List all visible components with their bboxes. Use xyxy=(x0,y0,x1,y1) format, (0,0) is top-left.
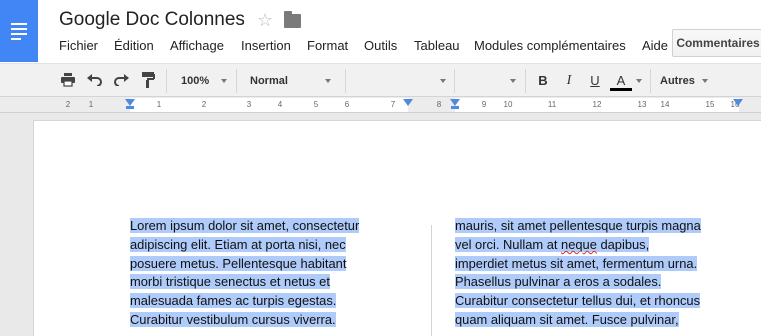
right-indent-marker[interactable] xyxy=(403,99,413,106)
document-title[interactable]: Google Doc Colonnes xyxy=(59,9,245,31)
ruler-tick: 7 xyxy=(390,100,396,109)
left-indent-marker[interactable] xyxy=(125,99,135,106)
menu-insertion[interactable]: Insertion xyxy=(241,38,291,53)
ruler-tick: 2 xyxy=(65,100,71,109)
italic-button[interactable]: I xyxy=(561,72,577,90)
zoom-select[interactable]: 100% xyxy=(181,72,209,90)
misspelled-word[interactable]: neque xyxy=(561,237,597,252)
ruler-tick: 10 xyxy=(503,100,513,109)
ruler-tick: 15 xyxy=(705,100,715,109)
toolbar-separator xyxy=(345,69,346,93)
underline-button[interactable]: U xyxy=(587,72,603,90)
ruler-tick: 5 xyxy=(313,100,319,109)
column-line: Curabitur consectetur tellus dui, et rho… xyxy=(455,293,701,309)
column-line: morbi tristique senectus et netus et xyxy=(130,274,330,290)
column-line: mauris, sit amet pellentesque turpis mag… xyxy=(455,218,701,233)
ruler-tick: 8 xyxy=(436,100,442,109)
ruler-tick: 13 xyxy=(637,100,647,109)
size-caret-icon xyxy=(510,79,516,83)
text-column-left[interactable]: Lorem ipsum dolor sit amet, consectetur … xyxy=(130,217,409,330)
column-line: Phasellus pulvinar a eros a sodales. xyxy=(455,274,662,290)
toolbar: 100% Normal B I U A Autres xyxy=(0,63,761,97)
menu-affichage[interactable]: Affichage xyxy=(170,38,224,53)
column-line: Lorem ipsum dolor sit amet, consectetur xyxy=(130,218,360,233)
column-line-text: vel orci. Nullam at neque dapibus, xyxy=(455,236,650,252)
menu-format[interactable]: Format xyxy=(307,38,348,53)
ruler-tick: 4 xyxy=(277,100,283,109)
document-canvas[interactable]: Lorem ipsum dolor sit amet, consectetur … xyxy=(0,113,761,336)
menu-tableau[interactable]: Tableau xyxy=(414,38,460,53)
ruler: 2 1 1 2 3 4 5 6 7 8 9 10 11 12 13 14 15 … xyxy=(0,97,761,113)
menu-aide[interactable]: Aide xyxy=(642,38,668,53)
font-caret-icon xyxy=(440,79,446,83)
ruler-column-left xyxy=(130,98,408,112)
toolbar-separator xyxy=(650,69,651,93)
docs-home-icon[interactable] xyxy=(0,0,38,62)
ruler-tick: 12 xyxy=(592,100,602,109)
column-line: quam aliquam sit amet. Fusce pulvinar, xyxy=(455,311,679,327)
zoom-caret-icon xyxy=(221,79,227,83)
app-header: Google Doc Colonnes ☆ Fichier Édition Af… xyxy=(0,0,761,63)
comments-button[interactable]: Commentaires xyxy=(672,29,761,57)
style-select[interactable]: Normal xyxy=(250,72,288,90)
ruler-tick: 1 xyxy=(156,100,162,109)
document-page[interactable]: Lorem ipsum dolor sit amet, consectetur … xyxy=(34,121,761,336)
ruler-tick: 14 xyxy=(660,100,670,109)
star-icon[interactable]: ☆ xyxy=(257,10,273,30)
column-line: posuere metus. Pellentesque habitant xyxy=(130,255,347,271)
menu-edition[interactable]: Édition xyxy=(114,38,154,53)
bold-button[interactable]: B xyxy=(535,72,551,90)
toolbar-separator xyxy=(454,69,455,93)
ruler-tick: 2 xyxy=(201,100,207,109)
ruler-tick: 9 xyxy=(481,100,487,109)
column-line: malesuada fames ac turpis egestas. xyxy=(130,293,337,309)
menu-modules[interactable]: Modules complémentaires xyxy=(474,38,626,53)
style-caret-icon xyxy=(325,79,331,83)
more-button[interactable]: Autres xyxy=(660,72,695,90)
text-column-right[interactable]: mauris, sit amet pellentesque turpis mag… xyxy=(455,217,734,330)
ruler-tick: 11 xyxy=(547,100,557,109)
text-color-swatch xyxy=(610,88,632,91)
more-caret-icon xyxy=(702,79,708,83)
column-line: Curabitur vestibulum cursus viverra. xyxy=(130,311,336,327)
ruler-tick: 6 xyxy=(344,100,350,109)
column2-first-line-marker[interactable] xyxy=(451,106,459,109)
column-divider xyxy=(431,225,432,336)
text-color-caret-icon xyxy=(636,79,642,83)
ruler-tick: 3 xyxy=(246,100,252,109)
column2-left-indent-marker[interactable] xyxy=(450,99,460,106)
toolbar-separator xyxy=(525,69,526,93)
folder-icon[interactable] xyxy=(284,11,301,28)
column-line: imperdiet metus sit amet, fermentum urna… xyxy=(455,255,698,271)
toolbar-separator xyxy=(166,69,167,93)
menu-outils[interactable]: Outils xyxy=(364,38,397,53)
print-icon[interactable] xyxy=(59,72,77,88)
column-line: vel orci. Nullam at neque dapibus, xyxy=(455,236,734,255)
undo-icon[interactable] xyxy=(86,72,104,88)
redo-icon[interactable] xyxy=(112,72,130,88)
ruler-tick: 1 xyxy=(88,100,94,109)
column2-right-indent-marker[interactable] xyxy=(733,99,743,106)
first-line-indent-marker[interactable] xyxy=(126,106,134,109)
paint-format-icon[interactable] xyxy=(139,72,157,88)
toolbar-separator xyxy=(236,69,237,93)
menu-fichier[interactable]: Fichier xyxy=(59,38,98,53)
column-line: adipiscing elit. Etiam at porta nisi, ne… xyxy=(130,236,346,252)
